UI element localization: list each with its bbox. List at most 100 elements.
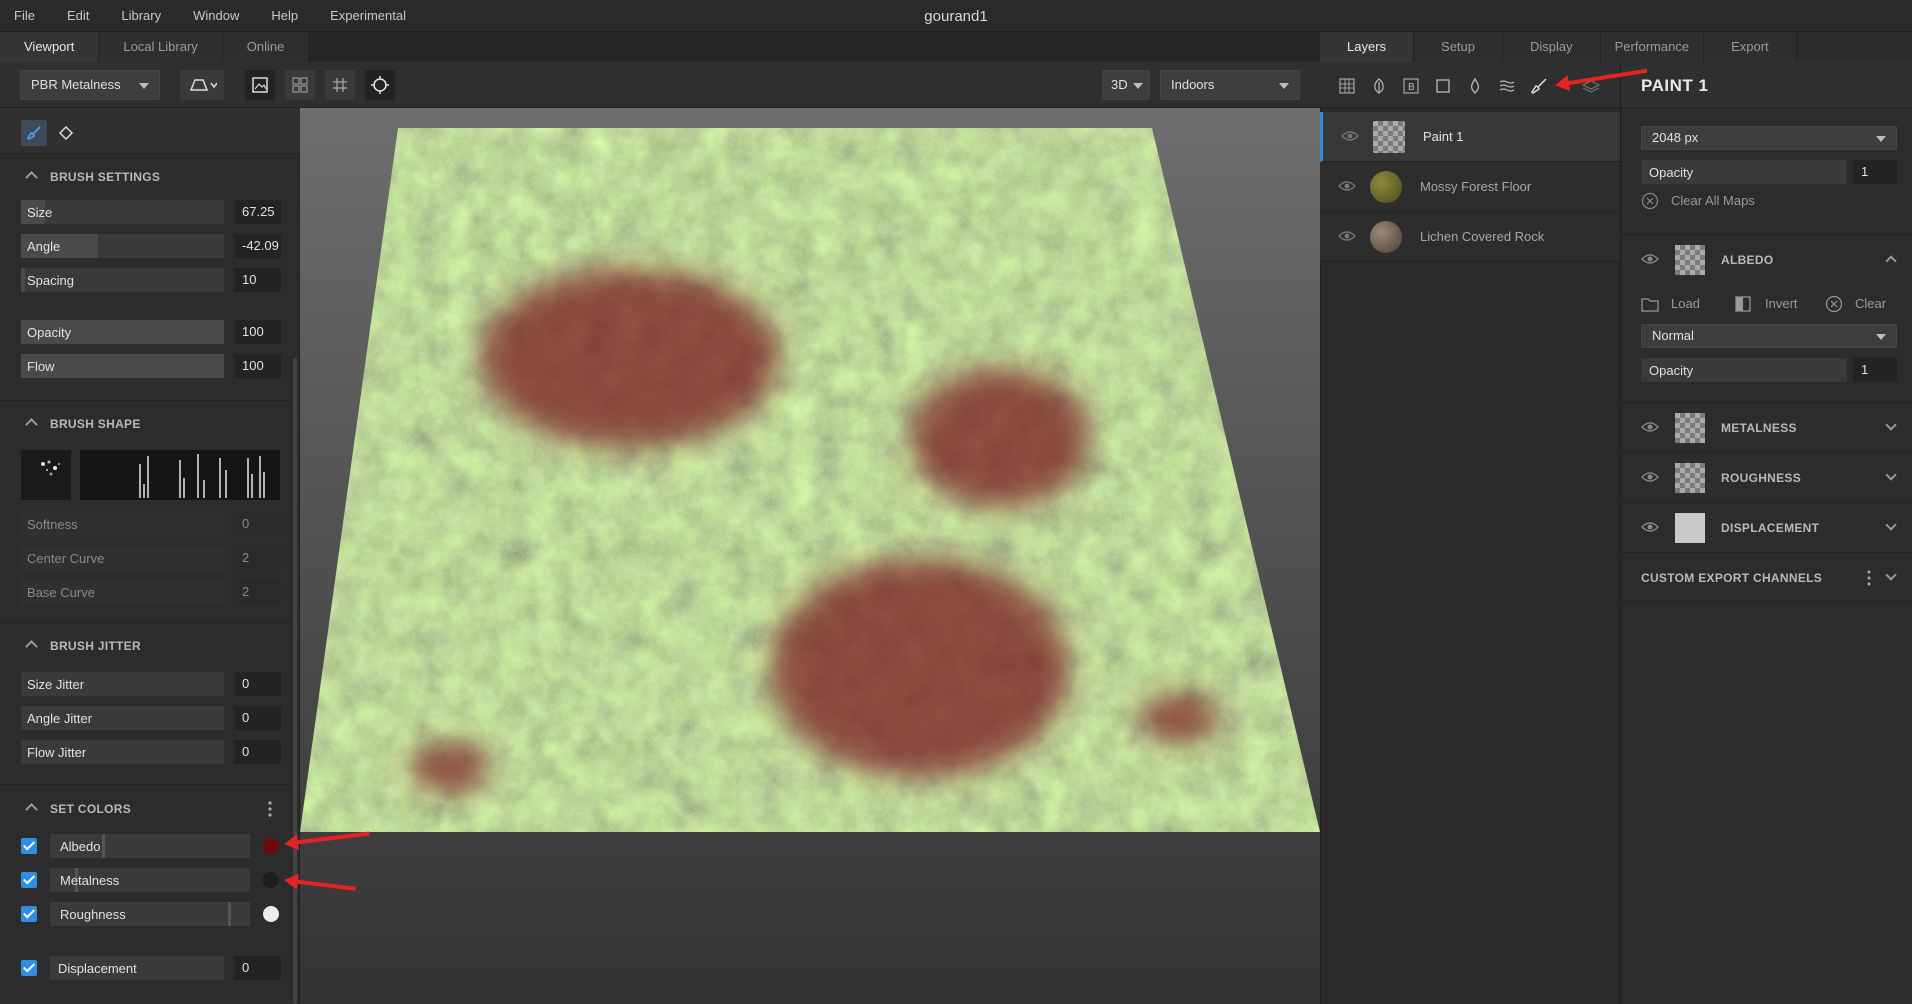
eye-icon[interactable] bbox=[1641, 420, 1659, 434]
chevron-down-icon[interactable] bbox=[1885, 419, 1897, 431]
slider-value-input[interactable]: -42.09 bbox=[234, 234, 281, 258]
slider-value-input[interactable]: 2 bbox=[234, 546, 281, 570]
tile-view-button[interactable] bbox=[285, 70, 315, 100]
shader-dropdown[interactable]: PBR Metalness bbox=[20, 70, 160, 100]
panel-scrollbar[interactable] bbox=[293, 358, 297, 1004]
tab-layers[interactable]: Layers bbox=[1320, 32, 1415, 62]
slider-knob[interactable] bbox=[102, 834, 105, 858]
layer-row-lichen-covered-rock[interactable]: Lichen Covered Rock bbox=[1320, 212, 1620, 262]
eye-icon[interactable] bbox=[1641, 520, 1659, 534]
layer-row-mossy-forest-floor[interactable]: Mossy Forest Floor bbox=[1320, 162, 1620, 212]
menu-file[interactable]: File bbox=[0, 8, 51, 23]
tab-export[interactable]: Export bbox=[1704, 32, 1797, 62]
tab-viewport[interactable]: Viewport bbox=[0, 32, 100, 62]
metalness-color-row[interactable]: Metalness bbox=[21, 868, 291, 892]
slider-value-input[interactable]: 100 bbox=[234, 354, 281, 378]
tab-setup[interactable]: Setup bbox=[1414, 32, 1504, 62]
tab-performance[interactable]: Performance bbox=[1600, 32, 1705, 62]
center-curve-slider[interactable]: Center Curve 2 bbox=[21, 546, 281, 570]
set-colors-header[interactable]: SET COLORS bbox=[0, 796, 292, 822]
brush-shape-header[interactable]: BRUSH SHAPE bbox=[0, 411, 292, 437]
slider-value-input[interactable]: 67.25 bbox=[234, 200, 281, 224]
menu-edit[interactable]: Edit bbox=[51, 8, 105, 23]
clear-button[interactable]: Clear bbox=[1825, 295, 1895, 315]
brush-settings-header[interactable]: BRUSH SETTINGS bbox=[0, 164, 292, 190]
tab-online[interactable]: Online bbox=[222, 32, 310, 62]
size-jitter-slider[interactable]: Size Jitter 0 bbox=[21, 672, 281, 696]
invert-button[interactable]: Invert bbox=[1735, 295, 1815, 315]
brush-shape-thumbnail[interactable] bbox=[21, 450, 71, 500]
textured-terrain-plane[interactable] bbox=[300, 108, 1320, 1004]
brush-curve-graph[interactable] bbox=[80, 450, 280, 500]
slider-value-input[interactable]: 0 bbox=[234, 512, 281, 536]
grid-icon[interactable] bbox=[1338, 77, 1356, 95]
tab-display[interactable]: Display bbox=[1503, 32, 1601, 62]
softness-slider[interactable]: Softness 0 bbox=[21, 512, 281, 536]
brush-icon[interactable] bbox=[1530, 77, 1548, 95]
displacement-value-input[interactable]: 0 bbox=[234, 956, 281, 980]
3d-viewport[interactable] bbox=[300, 108, 1320, 1004]
displacement-checkbox[interactable] bbox=[21, 960, 37, 976]
eye-icon[interactable] bbox=[1338, 179, 1356, 193]
bitmap-icon[interactable]: B bbox=[1402, 77, 1420, 95]
paint-tool-button[interactable] bbox=[21, 120, 47, 146]
slider-value-input[interactable]: 0 bbox=[234, 672, 281, 696]
chevron-up-icon[interactable] bbox=[1885, 255, 1897, 267]
waves-icon[interactable] bbox=[1498, 77, 1516, 95]
drop-icon[interactable] bbox=[1466, 77, 1484, 95]
menu-help[interactable]: Help bbox=[255, 8, 314, 23]
leaf-icon[interactable] bbox=[1370, 77, 1388, 95]
eye-icon[interactable] bbox=[1641, 470, 1659, 484]
custom-export-channels-row[interactable]: CUSTOM EXPORT CHANNELS bbox=[1621, 552, 1912, 602]
roughness-channel-row[interactable]: ROUGHNESS bbox=[1621, 452, 1912, 502]
metalness-checkbox[interactable] bbox=[21, 872, 37, 888]
angle-slider[interactable]: Angle -42.09 bbox=[21, 234, 281, 258]
flow-slider[interactable]: Flow 100 bbox=[21, 354, 281, 378]
grid-toggle-button[interactable] bbox=[325, 70, 355, 100]
image-view-button[interactable] bbox=[245, 70, 275, 100]
tab-local-library[interactable]: Local Library bbox=[99, 32, 223, 62]
chevron-down-icon[interactable] bbox=[1885, 469, 1897, 481]
chevron-down-icon[interactable] bbox=[1885, 519, 1897, 531]
roughness-checkbox[interactable] bbox=[21, 906, 37, 922]
opacity-slider[interactable]: Opacity 100 bbox=[21, 320, 281, 344]
spacing-slider[interactable]: Spacing 10 bbox=[21, 268, 281, 292]
slider-value-input[interactable]: 0 bbox=[234, 706, 281, 730]
slider-value-input[interactable]: 2 bbox=[234, 580, 281, 604]
more-options-button[interactable] bbox=[268, 800, 272, 818]
eye-icon[interactable] bbox=[1641, 252, 1659, 266]
slider-value-input[interactable]: 1 bbox=[1853, 160, 1897, 184]
environment-dropdown[interactable]: Indoors bbox=[1160, 70, 1300, 100]
displacement-row[interactable]: Displacement 0 bbox=[21, 956, 291, 980]
flow-jitter-slider[interactable]: Flow Jitter 0 bbox=[21, 740, 281, 764]
size-slider[interactable]: Size 67.25 bbox=[21, 200, 281, 224]
slider-knob[interactable] bbox=[228, 902, 231, 926]
brush-jitter-header[interactable]: BRUSH JITTER bbox=[0, 633, 292, 659]
focus-button[interactable] bbox=[365, 70, 395, 100]
menu-library[interactable]: Library bbox=[105, 8, 177, 23]
base-curve-slider[interactable]: Base Curve 2 bbox=[21, 580, 281, 604]
layer-row-paint-1[interactable]: Paint 1 bbox=[1320, 112, 1620, 162]
vertical-dots-icon[interactable] bbox=[1867, 570, 1871, 586]
metalness-color-swatch[interactable] bbox=[263, 872, 279, 888]
albedo-color-row[interactable]: Albedo bbox=[21, 834, 291, 858]
layer-opacity-slider[interactable]: Opacity 1 bbox=[1641, 160, 1897, 184]
eye-icon[interactable] bbox=[1341, 129, 1359, 143]
angle-jitter-slider[interactable]: Angle Jitter 0 bbox=[21, 706, 281, 730]
load-button[interactable]: Load bbox=[1641, 295, 1711, 315]
roughness-color-swatch[interactable] bbox=[263, 906, 279, 922]
eye-icon[interactable] bbox=[1338, 229, 1356, 243]
chevron-down-icon[interactable] bbox=[1885, 569, 1897, 581]
slider-value-input[interactable]: 1 bbox=[1853, 358, 1897, 382]
roughness-color-row[interactable]: Roughness bbox=[21, 902, 291, 926]
eraser-tool-button[interactable] bbox=[53, 120, 79, 146]
albedo-opacity-slider[interactable]: Opacity 1 bbox=[1641, 358, 1897, 382]
view-mode-dropdown[interactable]: 3D bbox=[1102, 70, 1150, 100]
slider-value-input[interactable]: 0 bbox=[234, 740, 281, 764]
metalness-channel-row[interactable]: METALNESS bbox=[1621, 402, 1912, 452]
menu-window[interactable]: Window bbox=[177, 8, 255, 23]
albedo-color-swatch[interactable] bbox=[263, 838, 279, 854]
projection-button[interactable] bbox=[180, 70, 224, 100]
albedo-checkbox[interactable] bbox=[21, 838, 37, 854]
blend-mode-dropdown[interactable]: Normal bbox=[1641, 324, 1897, 348]
